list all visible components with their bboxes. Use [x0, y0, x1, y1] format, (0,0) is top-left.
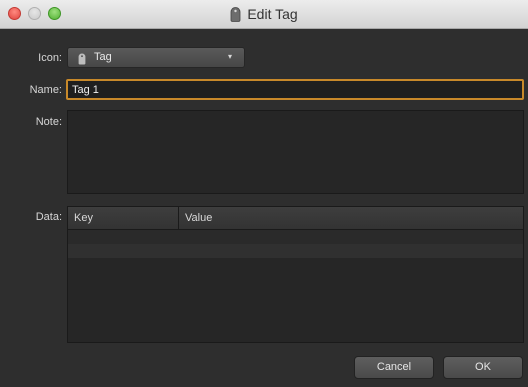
cancel-button[interactable]: Cancel — [354, 356, 434, 379]
icon-label: Icon: — [38, 52, 62, 64]
note-field[interactable] — [67, 110, 524, 194]
name-label: Name: — [29, 84, 62, 96]
data-label: Data: — [35, 211, 62, 223]
data-table[interactable]: Key Value — [67, 206, 524, 343]
note-label: Note: — [35, 116, 62, 128]
data-table-header: Key Value — [68, 207, 523, 230]
icon-popup-button[interactable]: Tag ▾ — [67, 47, 245, 68]
window-title-group: Edit Tag — [0, 0, 528, 28]
ok-button[interactable]: OK — [443, 356, 523, 379]
table-row[interactable] — [68, 230, 523, 244]
table-row[interactable] — [68, 244, 523, 258]
icon-popup-value: Tag — [94, 51, 112, 63]
name-field[interactable] — [66, 79, 524, 100]
title-bar: Edit Tag — [0, 0, 528, 29]
tag-icon — [78, 52, 86, 65]
table-row[interactable] — [68, 258, 523, 272]
column-header-value[interactable]: Value — [179, 207, 523, 229]
window-title: Edit Tag — [247, 6, 298, 22]
tag-icon — [230, 6, 241, 22]
edit-tag-window: Edit Tag Icon: Tag ▾ Name: Note: Data: K… — [0, 0, 528, 387]
chevron-down-icon: ▾ — [227, 52, 232, 61]
column-header-key[interactable]: Key — [68, 207, 179, 229]
